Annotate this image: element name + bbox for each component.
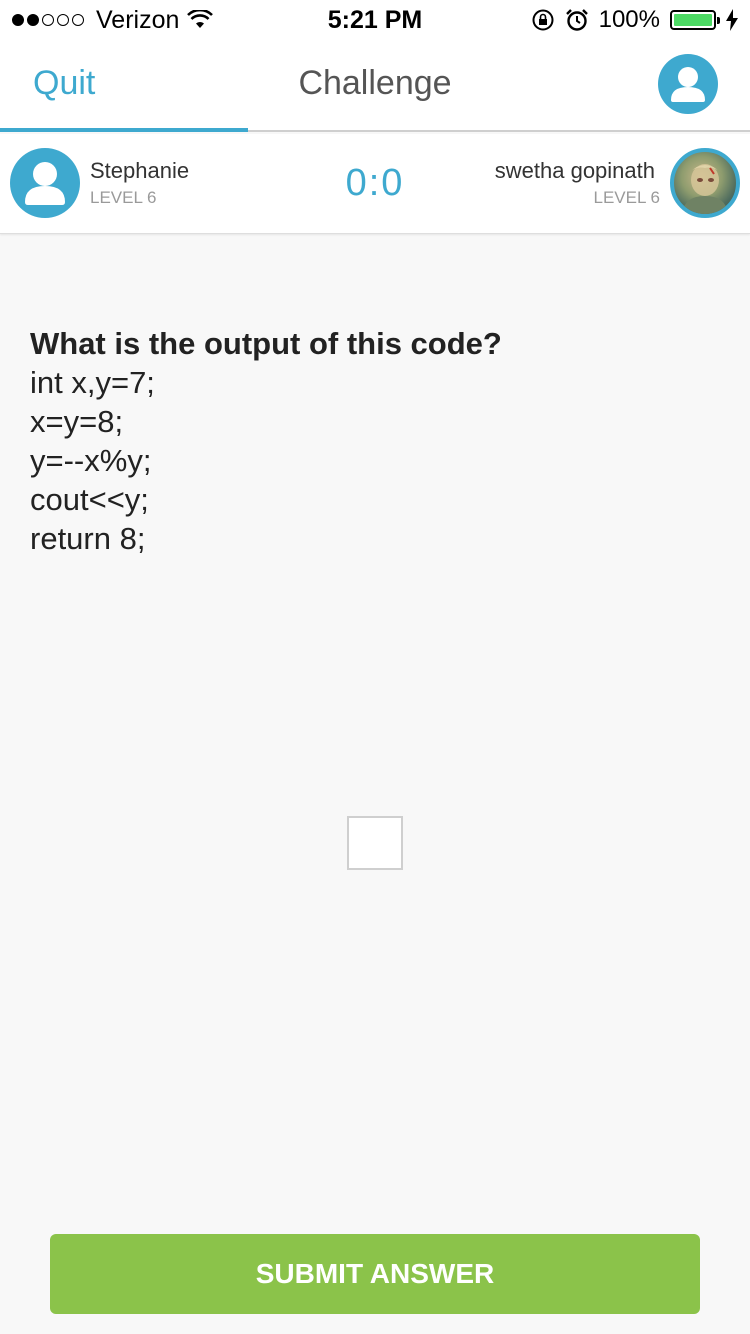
challenge-progress-bar: [0, 128, 248, 132]
answer-input[interactable]: [347, 816, 403, 870]
code-line: return 8;: [30, 521, 146, 556]
opponent-level: LEVEL 6: [593, 188, 660, 207]
user-icon: [671, 67, 705, 102]
status-right: 100%: [531, 6, 738, 34]
alarm-icon: [565, 9, 588, 31]
charging-icon: [726, 9, 738, 31]
battery-icon: [670, 10, 720, 30]
battery-percent: 100%: [598, 6, 660, 33]
code-line: cout<<y;: [30, 482, 149, 517]
question-text: What is the output of this code? int x,y…: [30, 324, 720, 558]
question-prompt: What is the output of this code?: [30, 326, 502, 361]
page-title: Challenge: [298, 64, 452, 102]
opponent-avatar: [670, 148, 740, 218]
code-line: int x,y=7;: [30, 365, 155, 400]
submit-answer-button[interactable]: SUBMIT ANSWER: [50, 1234, 700, 1314]
status-bar: Verizon 5:21 PM 100%: [0, 0, 750, 40]
orientation-lock-icon: [532, 9, 554, 31]
opponent-photo: [682, 164, 728, 214]
nav-bar: Quit Challenge: [0, 40, 750, 132]
profile-avatar-button[interactable]: [658, 54, 718, 114]
players-header: Stephanie LEVEL 6 0:0 swetha gopinath LE…: [0, 134, 750, 234]
code-line: y=--x%y;: [30, 443, 152, 478]
code-line: x=y=8;: [30, 404, 124, 439]
opponent-name: swetha gopinath: [494, 158, 655, 183]
